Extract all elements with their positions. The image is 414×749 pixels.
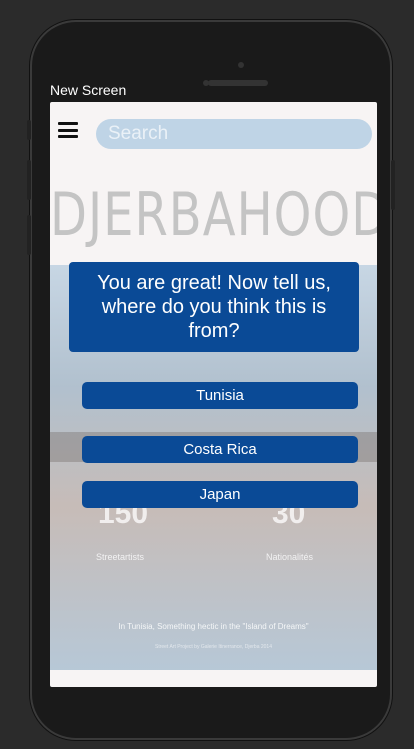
menu-icon[interactable] bbox=[58, 122, 78, 138]
mute-switch bbox=[27, 120, 31, 140]
stat-artists-label: Streetartists bbox=[96, 552, 145, 562]
background-subcaption: Street Art Project by Galerie Itinerranc… bbox=[154, 644, 272, 650]
answer-button-costa-rica[interactable]: Costa Rica bbox=[82, 436, 358, 463]
answer-button-tunisia[interactable]: Tunisia bbox=[82, 382, 358, 409]
power-button bbox=[391, 160, 395, 210]
answer-button-japan[interactable]: Japan bbox=[82, 481, 358, 508]
background-caption: In Tunisia, Something hectic in the "Isl… bbox=[118, 622, 309, 631]
app-screen: 150 Streetartists 30 Nationalités In Tun… bbox=[50, 102, 377, 687]
volume-down-button bbox=[27, 215, 31, 255]
earpiece-speaker bbox=[208, 80, 268, 86]
volume-up-button bbox=[27, 160, 31, 200]
front-camera bbox=[238, 62, 244, 68]
screen-title: New Screen bbox=[50, 82, 127, 98]
search-input[interactable]: Search bbox=[96, 119, 372, 149]
quiz-question: You are great! Now tell us, where do you… bbox=[69, 262, 359, 352]
brand-logo: DJERBAHOOD bbox=[50, 180, 377, 250]
stat-nationalities-label: Nationalités bbox=[266, 552, 314, 562]
